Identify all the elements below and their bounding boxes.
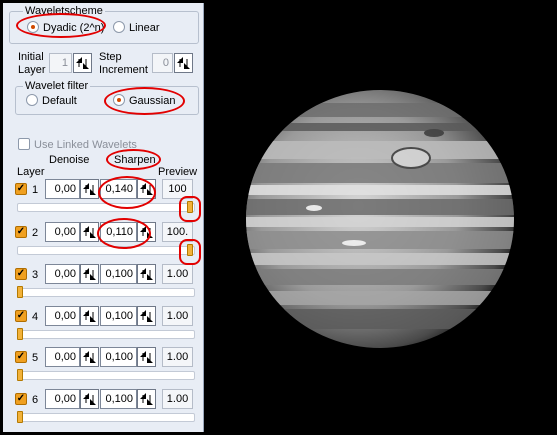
- denoise-input[interactable]: 0,00: [45, 264, 80, 284]
- layer-number: 2: [32, 227, 39, 239]
- layer-slider-track[interactable]: [17, 413, 195, 422]
- step-increment-label-1: Step: [99, 51, 122, 63]
- highlight-sharpen-layer-2: [97, 218, 151, 249]
- preview-value[interactable]: 1.00: [162, 389, 193, 409]
- linear-radio[interactable]: [113, 21, 125, 33]
- denoise-input[interactable]: 0,00: [45, 222, 80, 242]
- layer-enable-checkbox[interactable]: ✓: [15, 393, 27, 405]
- highlight-gaussian: [104, 87, 185, 115]
- up-down-arrows-icon: [140, 310, 153, 322]
- layer-number: 6: [32, 394, 39, 406]
- denoise-column-header: Denoise: [49, 154, 90, 166]
- initial-layer-spinner[interactable]: [73, 53, 92, 73]
- sharpen-input[interactable]: 0,100: [100, 264, 137, 284]
- highlight-sharpen-layer-1: [98, 176, 156, 209]
- layer-number: 5: [32, 352, 39, 364]
- denoise-spinner[interactable]: [80, 389, 99, 409]
- sharpen-input[interactable]: 0,100: [100, 306, 137, 326]
- denoise-input[interactable]: 0,00: [45, 347, 80, 367]
- layer-slider-thumb[interactable]: [17, 411, 23, 423]
- layer-slider-thumb[interactable]: [17, 328, 23, 340]
- up-down-arrows-icon: [140, 268, 153, 280]
- initial-layer-label-1: Initial: [18, 51, 44, 63]
- initial-layer-label-2: Layer: [18, 64, 46, 76]
- layer-slider-track[interactable]: [17, 288, 195, 297]
- wavelet-filter-title: Wavelet filter: [23, 80, 91, 92]
- up-down-arrows-icon: [140, 393, 153, 405]
- jupiter-preview-image: [204, 3, 554, 432]
- up-down-arrows-icon: [83, 351, 96, 363]
- layer-enable-checkbox[interactable]: ✓: [15, 310, 27, 322]
- layer-enable-checkbox[interactable]: ✓: [15, 268, 27, 280]
- layer-slider-thumb[interactable]: [17, 369, 23, 381]
- preview-value[interactable]: 1.00: [162, 347, 193, 367]
- use-linked-wavelets-checkbox[interactable]: [18, 138, 30, 150]
- preview-column-header: Preview: [158, 166, 198, 178]
- default-filter-radio[interactable]: [26, 94, 38, 106]
- layer-slider-thumb[interactable]: [17, 286, 23, 298]
- denoise-spinner[interactable]: [80, 264, 99, 284]
- initial-layer-input[interactable]: 1: [49, 53, 72, 73]
- up-down-arrows-icon: [83, 226, 96, 238]
- layer-slider-track[interactable]: [17, 330, 195, 339]
- layer-enable-checkbox[interactable]: ✓: [15, 351, 27, 363]
- preview-value[interactable]: 1.00: [162, 306, 193, 326]
- up-down-arrows-icon: [83, 183, 96, 195]
- highlight-slider-layer-1: [179, 196, 201, 222]
- layer-number: 1: [32, 184, 39, 196]
- layer-slider-track[interactable]: [17, 246, 195, 255]
- sharpen-spinner[interactable]: [137, 347, 156, 367]
- up-down-arrows-icon: [83, 310, 96, 322]
- sharpen-input[interactable]: 0,100: [100, 347, 137, 367]
- denoise-input[interactable]: 0,00: [45, 306, 80, 326]
- preview-value[interactable]: 1.00: [162, 264, 193, 284]
- highlight-slider-layer-2: [179, 239, 201, 265]
- layer-slider-track[interactable]: [17, 371, 195, 380]
- up-down-arrows-icon: [76, 57, 89, 69]
- denoise-spinner[interactable]: [80, 347, 99, 367]
- highlight-dyadic: [16, 13, 106, 38]
- layer-number: 4: [32, 311, 39, 323]
- wavelet-settings-panel: Waveletscheme Dyadic (2^n) Linear Initia…: [3, 3, 204, 432]
- default-filter-label[interactable]: Default: [42, 95, 77, 107]
- sharpen-spinner[interactable]: [137, 306, 156, 326]
- sharpen-input[interactable]: 0,100: [100, 389, 137, 409]
- up-down-arrows-icon: [140, 351, 153, 363]
- layer-column-header: Layer: [17, 166, 45, 178]
- up-down-arrows-icon: [83, 393, 96, 405]
- step-increment-input[interactable]: 0: [152, 53, 173, 73]
- denoise-spinner[interactable]: [80, 179, 99, 199]
- denoise-input[interactable]: 0,00: [45, 389, 80, 409]
- linear-label[interactable]: Linear: [129, 22, 160, 34]
- up-down-arrows-icon: [177, 57, 190, 69]
- step-increment-label-2: Increment: [99, 64, 148, 76]
- layer-enable-checkbox[interactable]: ✓: [15, 183, 27, 195]
- jupiter-image: [246, 90, 514, 348]
- layer-enable-checkbox[interactable]: ✓: [15, 226, 27, 238]
- sharpen-spinner[interactable]: [137, 389, 156, 409]
- step-increment-spinner[interactable]: [174, 53, 193, 73]
- layer-number: 3: [32, 269, 39, 281]
- denoise-input[interactable]: 0,00: [45, 179, 80, 199]
- denoise-spinner[interactable]: [80, 306, 99, 326]
- sharpen-spinner[interactable]: [137, 264, 156, 284]
- highlight-sharpen: [106, 149, 161, 170]
- up-down-arrows-icon: [83, 268, 96, 280]
